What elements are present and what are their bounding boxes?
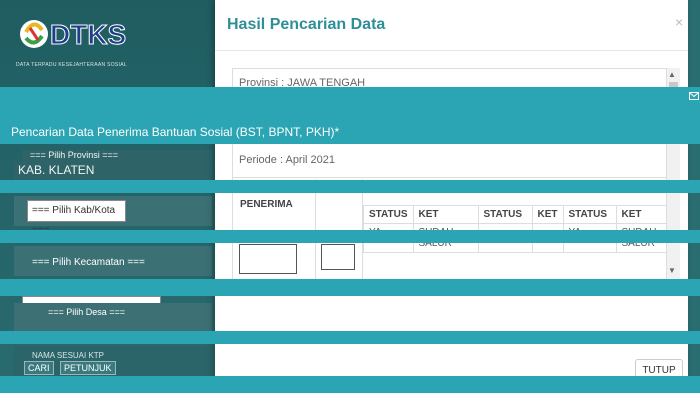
ket-header: KET [615, 205, 668, 224]
desa-area: === Pilih Desa === [14, 303, 212, 331]
logo-subtitle: DATA TERPADU KESEJAHTERAAN SOSIAL [16, 62, 127, 68]
cari-button[interactable]: CARI [24, 361, 54, 375]
dtks-logo: DTKS [20, 19, 127, 51]
periode-info: Periode : April 2021 [239, 154, 336, 166]
kabkota-dropdown[interactable]: === Pilih Kab/Kota === [27, 200, 126, 236]
overlay-band [0, 230, 700, 243]
penerima-header: PENERIMA [240, 199, 293, 210]
close-icon[interactable]: × [675, 14, 683, 30]
ket-header: KET [531, 205, 564, 224]
overlay-band [0, 180, 700, 193]
status-header: STATUS [477, 205, 533, 224]
penerima-box [321, 244, 355, 270]
divider [233, 177, 668, 178]
overlay-band [0, 331, 700, 344]
ket-header: KET [412, 205, 479, 224]
scroll-up-icon[interactable]: ▲ [668, 70, 676, 79]
modal-title: Hasil Pencarian Data [227, 16, 386, 33]
kabupaten-value: KAB. KLATEN [18, 163, 95, 177]
mail-icon[interactable] [689, 91, 699, 101]
search-heading: Pencarian Data Penerima Bantuan Sosial (… [11, 125, 340, 139]
modal-header: Hasil Pencarian Data × [215, 0, 688, 51]
penerima-box [239, 244, 297, 274]
provinsi-select[interactable]: === Pilih Provinsi === [22, 150, 212, 162]
status-header: STATUS [363, 205, 414, 224]
kabupaten-display[interactable]: KAB. KLATEN [14, 162, 212, 180]
nama-placeholder: NAMA SESUAI KTP [32, 351, 105, 360]
provinsi-placeholder: === Pilih Provinsi === [30, 150, 119, 160]
status-header: STATUS [562, 205, 617, 224]
logo-text: DTKS [50, 19, 126, 50]
desa-placeholder: === Pilih Desa === [48, 307, 126, 317]
scroll-down-icon[interactable]: ▼ [668, 266, 676, 275]
overlay-band [0, 376, 700, 393]
kecamatan-placeholder: === Pilih Kecamatan === [32, 257, 145, 268]
status-table: STATUS KET STATUS KET STATUS KET YA SUDA… [363, 205, 668, 253]
kecamatan-select[interactable]: === Pilih Kecamatan === [14, 246, 212, 276]
overlay-band [0, 279, 700, 296]
petunjuk-button[interactable]: PETUNJUK [60, 361, 116, 375]
